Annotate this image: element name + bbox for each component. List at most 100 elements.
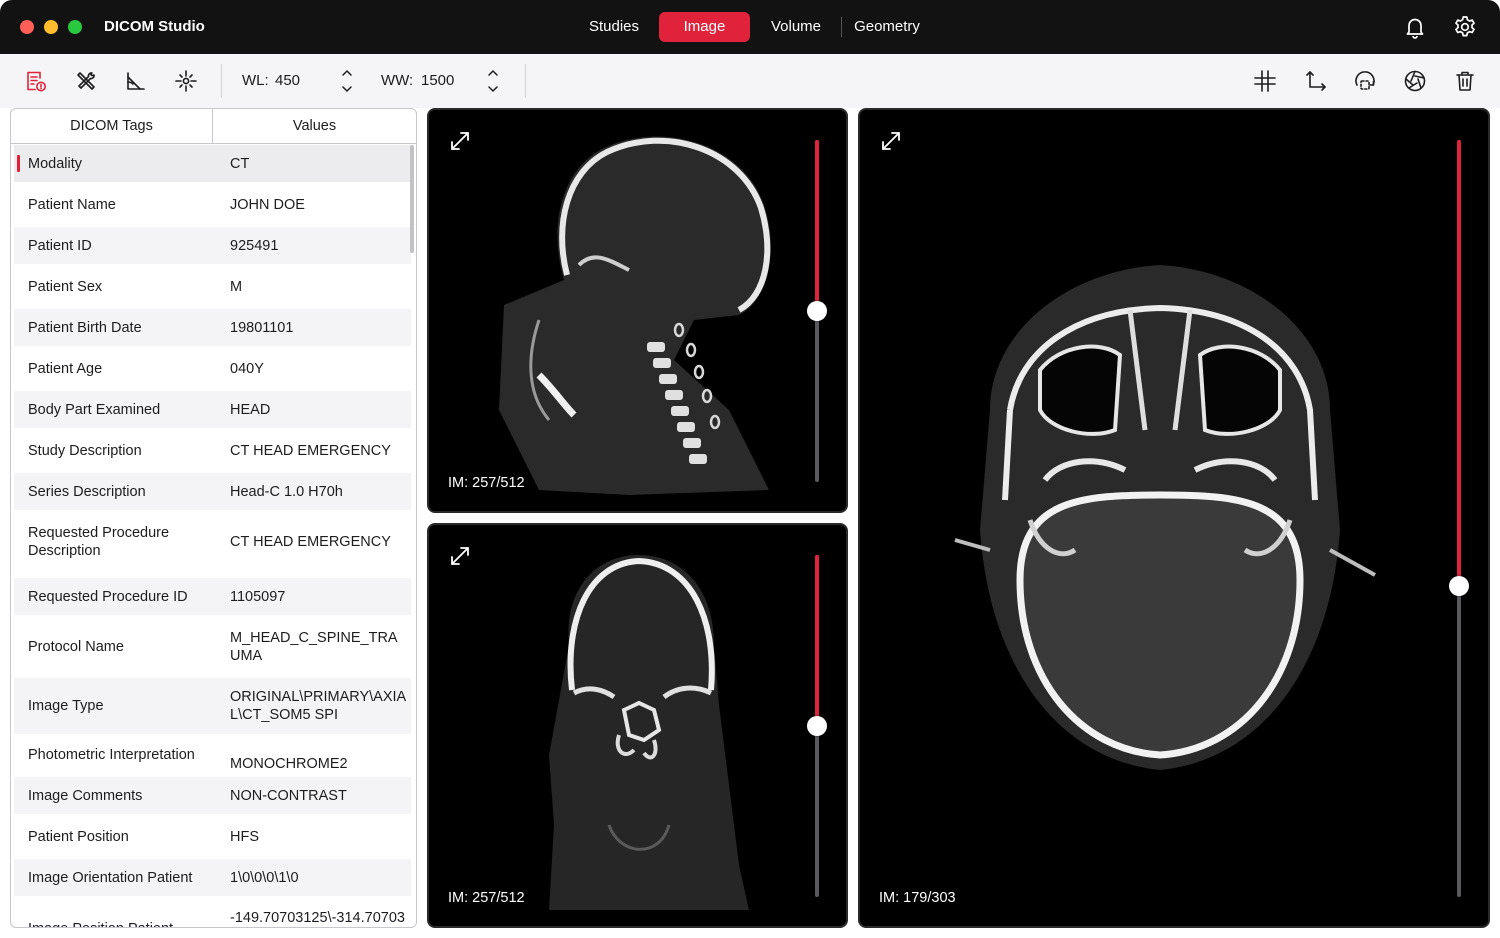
table-row[interactable]: Series Description Head-C 1.0 H70h	[14, 473, 411, 510]
axial-ct-image	[954, 265, 1376, 770]
table-row[interactable]: Image Position Patient -149.70703125\-31…	[14, 900, 411, 927]
tab-studies[interactable]: Studies	[578, 12, 650, 42]
toolbar-divider	[525, 64, 526, 98]
image-index-label: IM: 179/303	[879, 890, 956, 906]
tag-value: M_HEAD_C_SPINE_TRAUMA	[230, 630, 398, 664]
expand-icon[interactable]	[880, 130, 902, 152]
table-row[interactable]: Patient Age 040Y	[14, 350, 411, 387]
tag-value: -149.70703125\-314.70703125\-399.5	[230, 910, 405, 926]
selection-marker	[17, 155, 20, 172]
column-header-tags[interactable]: DICOM Tags	[11, 109, 213, 144]
tag-value: CT HEAD EMERGENCY	[230, 534, 391, 550]
table-row[interactable]: Patient ID 925491	[14, 227, 411, 264]
column-header-values[interactable]: Values	[213, 109, 416, 144]
crosshair-icon[interactable]	[173, 68, 199, 94]
slice-slider-fill	[815, 140, 819, 311]
tag-name: Image Orientation Patient	[28, 870, 193, 886]
app-title: DICOM Studio	[104, 18, 205, 35]
coronal-ct-image	[549, 555, 749, 910]
close-window-button[interactable]	[20, 20, 34, 34]
tag-name: Requested Procedure Description	[28, 525, 170, 559]
toolbar: WL: 450 WW: 1500	[0, 54, 1500, 108]
viewport-axial[interactable]: IM: 179/303	[858, 108, 1490, 928]
slice-slider-fill	[1457, 140, 1461, 586]
table-row[interactable]: Image Orientation Patient 1\0\0\0\1\0	[14, 859, 411, 896]
tag-name: Patient Age	[28, 361, 103, 377]
table-row[interactable]: Image Comments NON-CONTRAST	[14, 777, 411, 814]
tag-value: 1105097	[230, 589, 286, 605]
tag-value: MONOCHROME2	[230, 756, 348, 772]
slice-slider-thumb[interactable]	[807, 301, 827, 321]
table-row[interactable]: Body Part Examined HEAD	[14, 391, 411, 428]
tags-table-header: DICOM Tags Values	[11, 109, 416, 144]
ww-label: WW:	[381, 72, 414, 89]
tag-value: NON-CONTRAST	[230, 788, 347, 804]
expand-icon[interactable]	[449, 545, 471, 567]
gear-icon[interactable]	[1452, 14, 1478, 40]
axes-icon[interactable]	[1302, 68, 1328, 94]
tag-name: Patient Birth Date	[28, 320, 142, 336]
tag-name: Series Description	[28, 484, 146, 500]
slice-slider-fill	[815, 555, 819, 726]
ww-value[interactable]: 1500	[421, 72, 454, 89]
angle-measure-icon[interactable]	[123, 68, 149, 94]
rotate-icon[interactable]	[1352, 68, 1378, 94]
tab-image[interactable]: Image	[659, 12, 750, 42]
table-row[interactable]: Patient Position HFS	[14, 818, 411, 855]
tag-value: ORIGINAL\PRIMARY\AXIAL\CT_SOM5 SPI	[230, 689, 407, 723]
table-row[interactable]: Protocol Name M_HEAD_C_SPINE_TRAUMA	[14, 619, 411, 675]
table-row[interactable]: Patient Birth Date 19801101	[14, 309, 411, 346]
tags-scrollbar[interactable]	[410, 145, 414, 253]
tag-report-icon[interactable]	[23, 68, 49, 94]
tag-value: 040Y	[230, 361, 264, 377]
tag-name: Image Comments	[28, 788, 143, 804]
table-row[interactable]: Patient Name JOHN DOE	[14, 186, 411, 223]
table-row[interactable]: Requested Procedure Description CT HEAD …	[14, 514, 411, 570]
tag-name: Patient Name	[28, 197, 116, 213]
slice-slider-thumb[interactable]	[1449, 576, 1469, 596]
tab-volume[interactable]: Volume	[760, 12, 832, 42]
slice-slider-thumb[interactable]	[807, 716, 827, 736]
tag-name: Study Description	[28, 443, 142, 459]
tag-value: 925491	[230, 238, 279, 254]
tab-geometry[interactable]: Geometry	[850, 12, 924, 42]
dicom-tags-panel: DICOM Tags Values Modality CT Patient Na…	[10, 108, 417, 928]
table-row[interactable]: Image Type ORIGINAL\PRIMARY\AXIAL\CT_SOM…	[14, 678, 411, 734]
table-row[interactable]: Requested Procedure ID 1105097	[14, 578, 411, 615]
wl-stepper[interactable]	[340, 68, 354, 94]
minimize-window-button[interactable]	[44, 20, 58, 34]
tag-value: HEAD	[230, 402, 271, 418]
ww-stepper[interactable]	[486, 68, 500, 94]
title-bar: DICOM Studio Studies Image Volume Geomet…	[0, 0, 1500, 54]
trash-icon[interactable]	[1452, 68, 1478, 94]
viewport-coronal[interactable]: IM: 257/512	[427, 523, 848, 928]
tag-name: Modality	[28, 156, 82, 172]
tag-name: Patient ID	[28, 238, 92, 254]
table-row[interactable]: Study Description CT HEAD EMERGENCY	[14, 432, 411, 469]
toolbar-divider	[221, 64, 222, 98]
expand-icon[interactable]	[449, 130, 471, 152]
tag-value: JOHN DOE	[230, 197, 305, 213]
tag-name: Requested Procedure ID	[28, 589, 188, 605]
wl-value[interactable]: 450	[275, 72, 300, 89]
tag-value: Head-C 1.0 H70h	[230, 484, 343, 500]
tag-name: Photometric Interpretation	[28, 747, 195, 763]
table-row[interactable]: Modality CT	[14, 145, 411, 182]
viewport-sagittal[interactable]: IM: 257/512	[427, 108, 848, 513]
tag-value: 1\0\0\0\1\0	[230, 870, 299, 886]
grid-icon[interactable]	[1252, 68, 1278, 94]
tag-value: HFS	[230, 829, 259, 845]
image-index-label: IM: 257/512	[448, 475, 525, 491]
tag-value: M	[230, 279, 243, 295]
sagittal-ct-image	[499, 136, 771, 496]
tag-value: CT	[230, 156, 250, 172]
table-row[interactable]: Patient Sex M	[14, 268, 411, 305]
bell-icon[interactable]	[1402, 14, 1428, 40]
aperture-icon[interactable]	[1402, 68, 1428, 94]
nav-divider	[841, 17, 842, 37]
tag-name: Image Type	[28, 698, 104, 714]
tools-icon[interactable]	[73, 68, 99, 94]
zoom-window-button[interactable]	[68, 20, 82, 34]
tag-value: CT HEAD EMERGENCY	[230, 443, 391, 459]
tag-value: 19801101	[230, 320, 294, 336]
